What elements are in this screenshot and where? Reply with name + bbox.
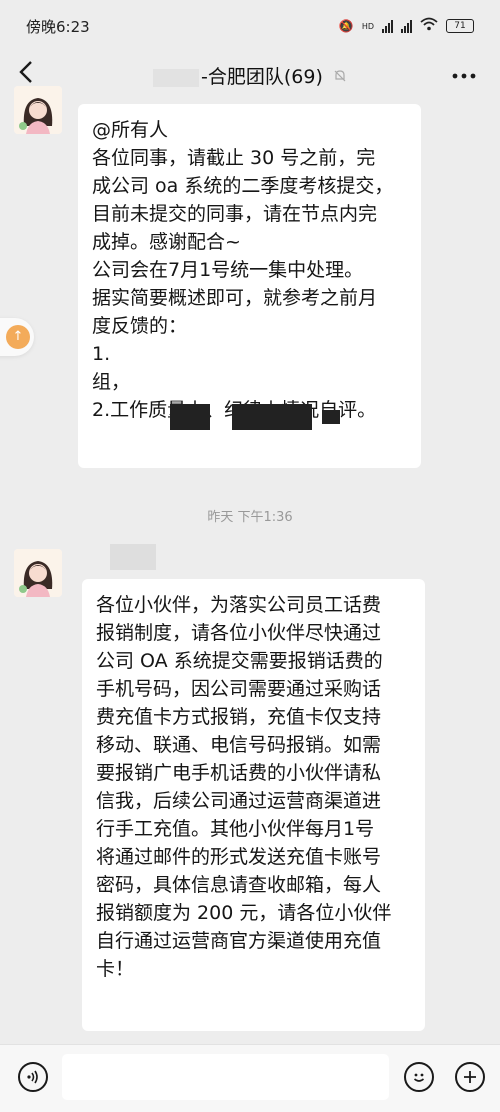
message-line: 卡！ — [96, 958, 135, 980]
message-line: 目前未提交的同事，请在节点内完 — [92, 203, 378, 225]
message-line: 成公司 oa 系统的二季度考核提交， — [92, 175, 394, 197]
message-line: 移动、联通、电信号码报销。如需 — [96, 734, 382, 756]
plus-icon[interactable] — [455, 1062, 485, 1092]
message-line: 手机号码，因公司需要通过采购话 — [96, 678, 382, 700]
message-line: 成掉。感谢配合~ — [92, 231, 241, 253]
input-bar — [0, 1044, 500, 1112]
message-line: 报销制度，请各位小伙伴尽快通过 — [96, 622, 382, 644]
status-time: 傍晚6:23 — [26, 17, 90, 36]
message-line: 各位小伙伴，为落实公司员工话费 — [96, 594, 382, 616]
message-line: 信我，后续公司通过运营商渠道进 — [96, 790, 382, 812]
mute-icon: 🔕 — [338, 19, 354, 33]
message-line: 报销额度为 200 元，请各位小伙伴 — [96, 902, 392, 924]
chat-title-wrap: -合肥团队(69) — [0, 62, 500, 89]
signal-icon — [382, 19, 393, 33]
message-line: 要报销广电手机话费的小伙伴请私 — [96, 762, 382, 784]
redaction-block — [322, 410, 340, 424]
redacted-sender-name — [110, 544, 156, 570]
message-line: 1. — [92, 343, 111, 365]
emoji-icon[interactable] — [404, 1062, 434, 1092]
chat-header: -合肥团队(69) — [0, 52, 500, 96]
pin-icon: ↑ — [6, 325, 30, 349]
message-line: 公司会在7月1号统一集中处理。 — [92, 259, 364, 281]
status-icons: 🔕 HD 71 — [339, 17, 474, 35]
message-bubble[interactable]: 各位小伙伴，为落实公司员工话费 报销制度，请各位小伙伴尽快通过 公司 OA 系统… — [82, 579, 425, 1031]
chat-title: -合肥团队(69) — [201, 66, 323, 88]
message-line: 各位同事，请截止 30 号之前，完 — [92, 147, 376, 169]
battery-icon: 71 — [446, 19, 474, 33]
ellipsis-icon[interactable] — [452, 60, 476, 85]
bell-off-icon — [329, 70, 347, 87]
redacted-title-part — [153, 68, 199, 87]
message-line: 公司 OA 系统提交需要报销话费的 — [96, 650, 383, 672]
status-bar: 傍晚6:23 🔕 HD 71 — [0, 0, 500, 52]
voice-icon[interactable] — [18, 1062, 48, 1092]
message-line: 行手工充值。其他小伙伴每月1号 — [96, 818, 375, 840]
message-line: 密码，具体信息请查收邮箱，每人 — [96, 874, 382, 896]
message-line: 据实简要概述即可，就参考之前月 — [92, 287, 378, 309]
float-button[interactable]: ↑ — [0, 318, 34, 356]
battery-level: 71 — [454, 21, 466, 31]
message-line: 费充值卡方式报销，充值卡仅支持 — [96, 706, 382, 728]
timestamp: 昨天 下午1:36 — [207, 510, 293, 525]
avatar[interactable] — [14, 549, 62, 597]
message-line: 度反馈的： — [92, 315, 188, 337]
message-line: 将通过邮件的形式发送充值卡账号 — [96, 846, 382, 868]
signal-icon — [401, 19, 412, 33]
avatar[interactable] — [14, 86, 62, 134]
wifi-icon — [420, 17, 438, 35]
redaction-block — [170, 404, 210, 430]
message-line: 自行通过运营商官方渠道使用充值 — [96, 930, 382, 952]
message-line: @所有人 — [92, 119, 169, 141]
message-input[interactable] — [62, 1054, 389, 1100]
redaction-block — [232, 404, 312, 430]
network-label: HD — [361, 21, 374, 31]
redaction — [120, 366, 420, 396]
